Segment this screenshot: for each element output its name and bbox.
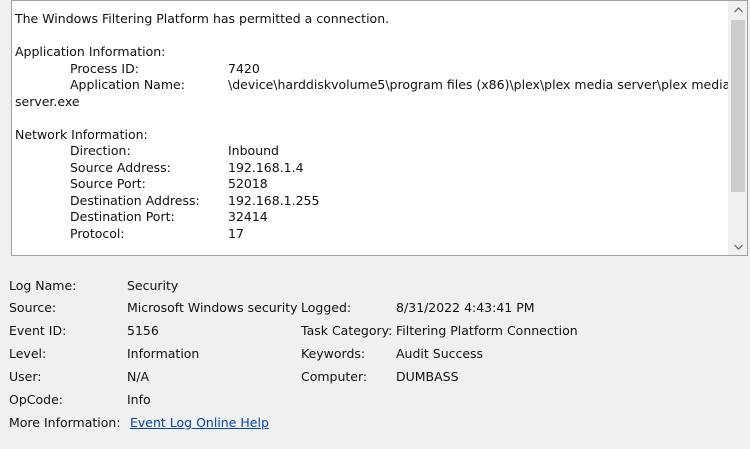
destination-port-value: 32414 bbox=[228, 209, 268, 224]
app-name-value: \device\harddiskvolume5\program files (x… bbox=[228, 77, 731, 92]
level-row: Level: Information Keywords: Audit Succe… bbox=[9, 344, 729, 364]
event-id-value[interactable]: 5156 bbox=[127, 321, 299, 341]
event-id-row: Event ID: 5156 Task Category: Filtering … bbox=[9, 321, 729, 341]
source-address-value: 192.168.1.4 bbox=[228, 159, 304, 175]
source-port-row: Source Port: 52018 bbox=[15, 176, 725, 193]
keywords-label: Keywords: bbox=[301, 346, 366, 361]
logged-label: Logged: bbox=[301, 300, 352, 315]
log-name-value[interactable]: Security bbox=[127, 276, 299, 296]
more-info-label: More Information: bbox=[9, 415, 121, 430]
app-name-continuation: server.exe bbox=[15, 93, 80, 109]
chevron-down-icon[interactable] bbox=[729, 238, 747, 255]
direction-value: Inbound bbox=[228, 143, 279, 158]
process-id-value: 7420 bbox=[228, 60, 260, 76]
process-id-row: Process ID: 7420 bbox=[15, 61, 725, 78]
task-category-label: Task Category: bbox=[301, 323, 393, 338]
keywords-value[interactable]: Audit Success bbox=[396, 344, 483, 364]
protocol-row: Protocol: 17 bbox=[15, 226, 725, 243]
user-row: User: N/A Computer: DUMBASS bbox=[9, 367, 729, 387]
direction-label: Direction: bbox=[70, 143, 131, 158]
event-description-box[interactable]: The Windows Filtering Platform has permi… bbox=[11, 0, 748, 256]
level-label: Level: bbox=[9, 346, 47, 361]
destination-address-label: Destination Address: bbox=[70, 192, 200, 208]
computer-label: Computer: bbox=[301, 369, 368, 384]
source-address-label: Source Address: bbox=[70, 159, 171, 175]
computer-value[interactable]: DUMBASS bbox=[396, 367, 459, 387]
log-name-label: Log Name: bbox=[9, 278, 77, 293]
vertical-scrollbar[interactable] bbox=[728, 1, 747, 255]
user-label: User: bbox=[9, 369, 42, 384]
event-details-panel: Log Name: Security Source: Microsoft Win… bbox=[9, 276, 729, 446]
scrollbar-thumb[interactable] bbox=[731, 20, 745, 192]
app-name-label: Application Name: bbox=[70, 77, 185, 92]
app-section-title: Application Information: bbox=[15, 44, 166, 59]
destination-address-value: 192.168.1.255 bbox=[228, 192, 320, 208]
destination-port-label: Destination Port: bbox=[70, 209, 175, 224]
network-section-title: Network Information: bbox=[15, 126, 148, 142]
event-id-label: Event ID: bbox=[9, 323, 67, 338]
opcode-value[interactable]: Info bbox=[127, 390, 299, 410]
source-address-row: Source Address: 192.168.1.4 bbox=[15, 160, 725, 177]
more-info-row: More Information: Event Log Online Help bbox=[9, 413, 409, 433]
process-id-label: Process ID: bbox=[70, 60, 139, 76]
app-name-row: Application Name: \device\harddiskvolume5… bbox=[15, 77, 730, 94]
event-heading: The Windows Filtering Platform has permi… bbox=[15, 11, 390, 26]
chevron-up-icon[interactable] bbox=[729, 1, 747, 18]
protocol-label: Protocol: bbox=[70, 225, 125, 241]
event-description-text: The Windows Filtering Platform has permi… bbox=[15, 11, 730, 243]
task-category-value[interactable]: Filtering Platform Connection bbox=[396, 321, 578, 341]
source-row: Source: Microsoft Windows security audit… bbox=[9, 298, 729, 318]
logged-value[interactable]: 8/31/2022 4:43:41 PM bbox=[396, 298, 535, 318]
source-port-value: 52018 bbox=[228, 176, 268, 191]
user-value[interactable]: N/A bbox=[127, 367, 299, 387]
destination-address-row: Destination Address: 192.168.1.255 bbox=[15, 193, 725, 210]
source-value[interactable]: Microsoft Windows security auditing. bbox=[127, 298, 299, 318]
protocol-value: 17 bbox=[228, 225, 244, 241]
opcode-label: OpCode: bbox=[9, 392, 63, 407]
destination-port-row: Destination Port: 32414 bbox=[15, 209, 725, 226]
level-value[interactable]: Information bbox=[127, 344, 299, 364]
source-label: Source: bbox=[9, 300, 57, 315]
event-log-online-help-link[interactable]: Event Log Online Help bbox=[130, 413, 302, 433]
direction-row: Direction: Inbound bbox=[15, 143, 725, 160]
source-port-label: Source Port: bbox=[70, 176, 146, 191]
